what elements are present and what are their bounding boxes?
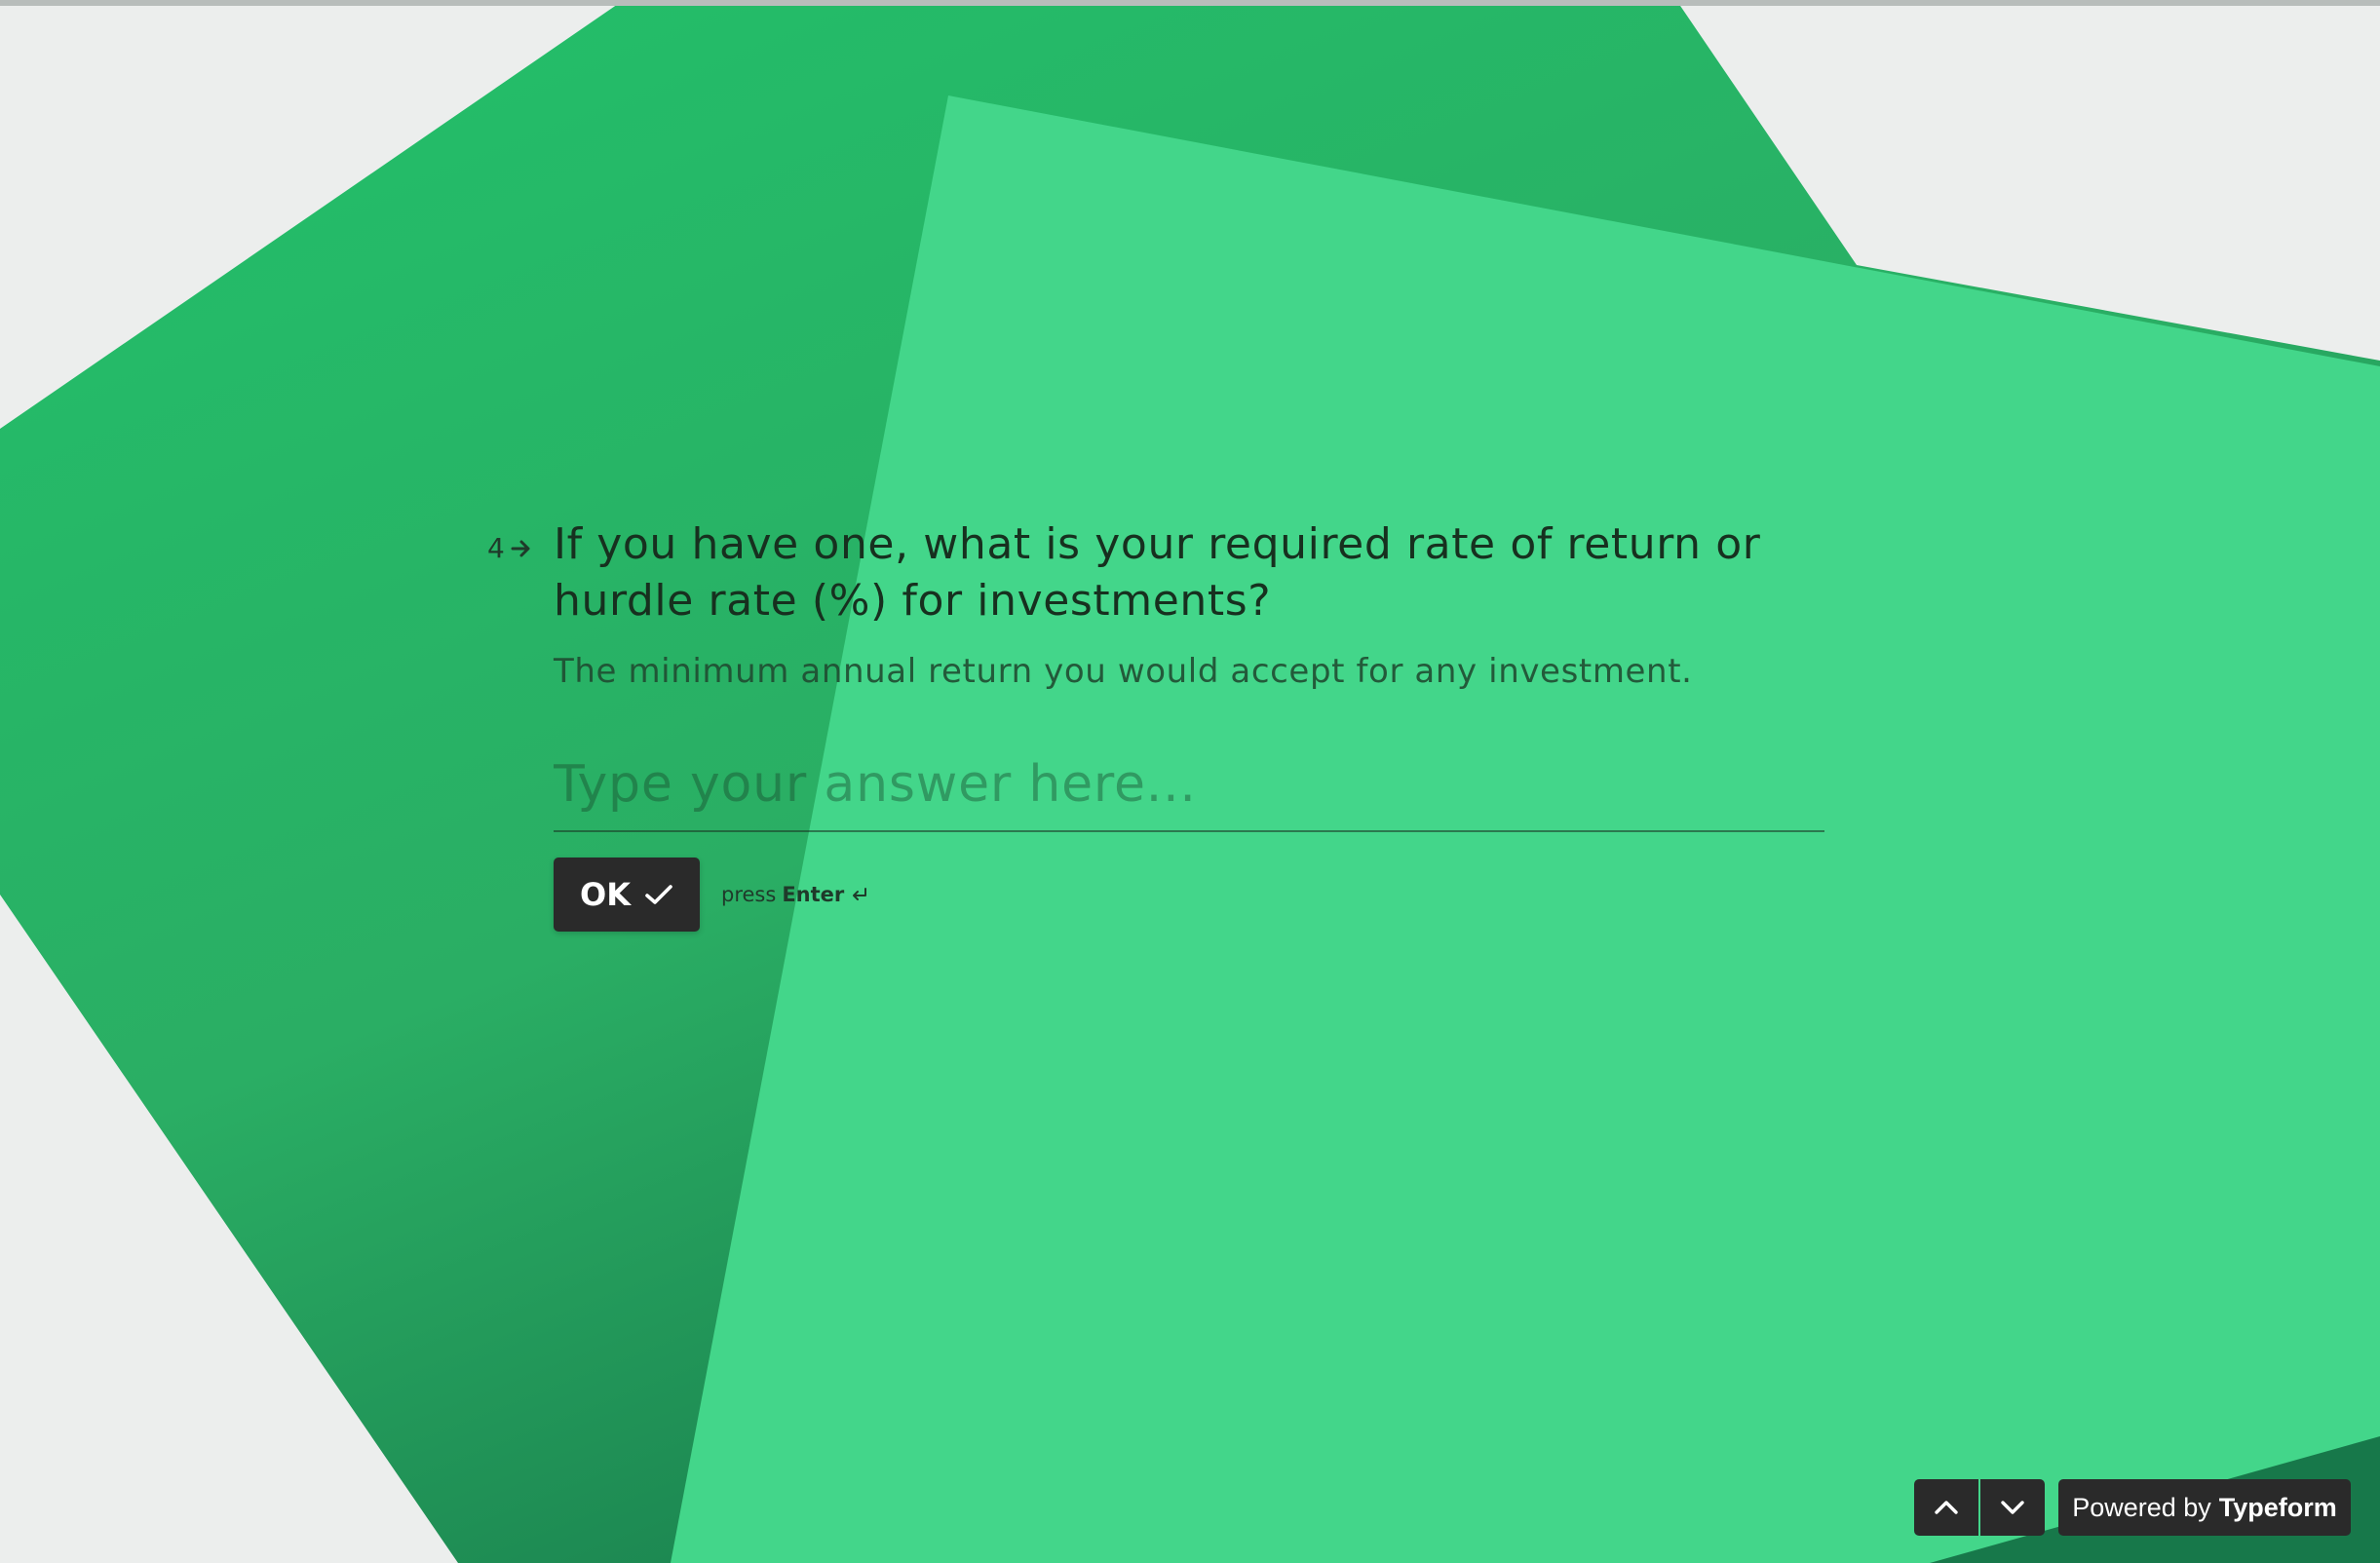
question-number: 4 [487, 532, 532, 564]
ok-button-label: OK [580, 876, 631, 913]
typeform-brand: Typeform [2218, 1492, 2337, 1522]
answer-field-wrapper [554, 750, 1824, 832]
return-key-icon [853, 888, 867, 900]
press-hint-prefix: press [721, 883, 777, 906]
ok-button[interactable]: OK [554, 858, 700, 932]
press-enter-hint: press Enter [721, 883, 869, 906]
checkmark-icon [645, 885, 672, 904]
answer-input[interactable] [554, 750, 1824, 819]
question-number-text: 4 [487, 532, 505, 564]
arrow-right-icon [511, 540, 530, 556]
question-description: The minimum annual return you would acce… [554, 652, 1693, 691]
powered-by-prefix: Powered by [2072, 1492, 2211, 1522]
question-title: If you have one, what is your required r… [554, 519, 1761, 626]
press-hint-key: Enter [782, 883, 845, 906]
progress-bar [0, 0, 2380, 6]
powered-by-typeform-link[interactable]: Powered by Typeform [2058, 1479, 2351, 1536]
chevron-down-icon [2001, 1501, 2024, 1514]
question-block: 4 If you have one, what is your required… [0, 0, 2380, 1563]
navigation-buttons [1914, 1479, 2045, 1536]
next-question-button[interactable] [1980, 1479, 2045, 1536]
previous-question-button[interactable] [1914, 1479, 1978, 1536]
form-stage: 4 If you have one, what is your required… [0, 0, 2380, 1563]
chevron-up-icon [1935, 1501, 1958, 1514]
